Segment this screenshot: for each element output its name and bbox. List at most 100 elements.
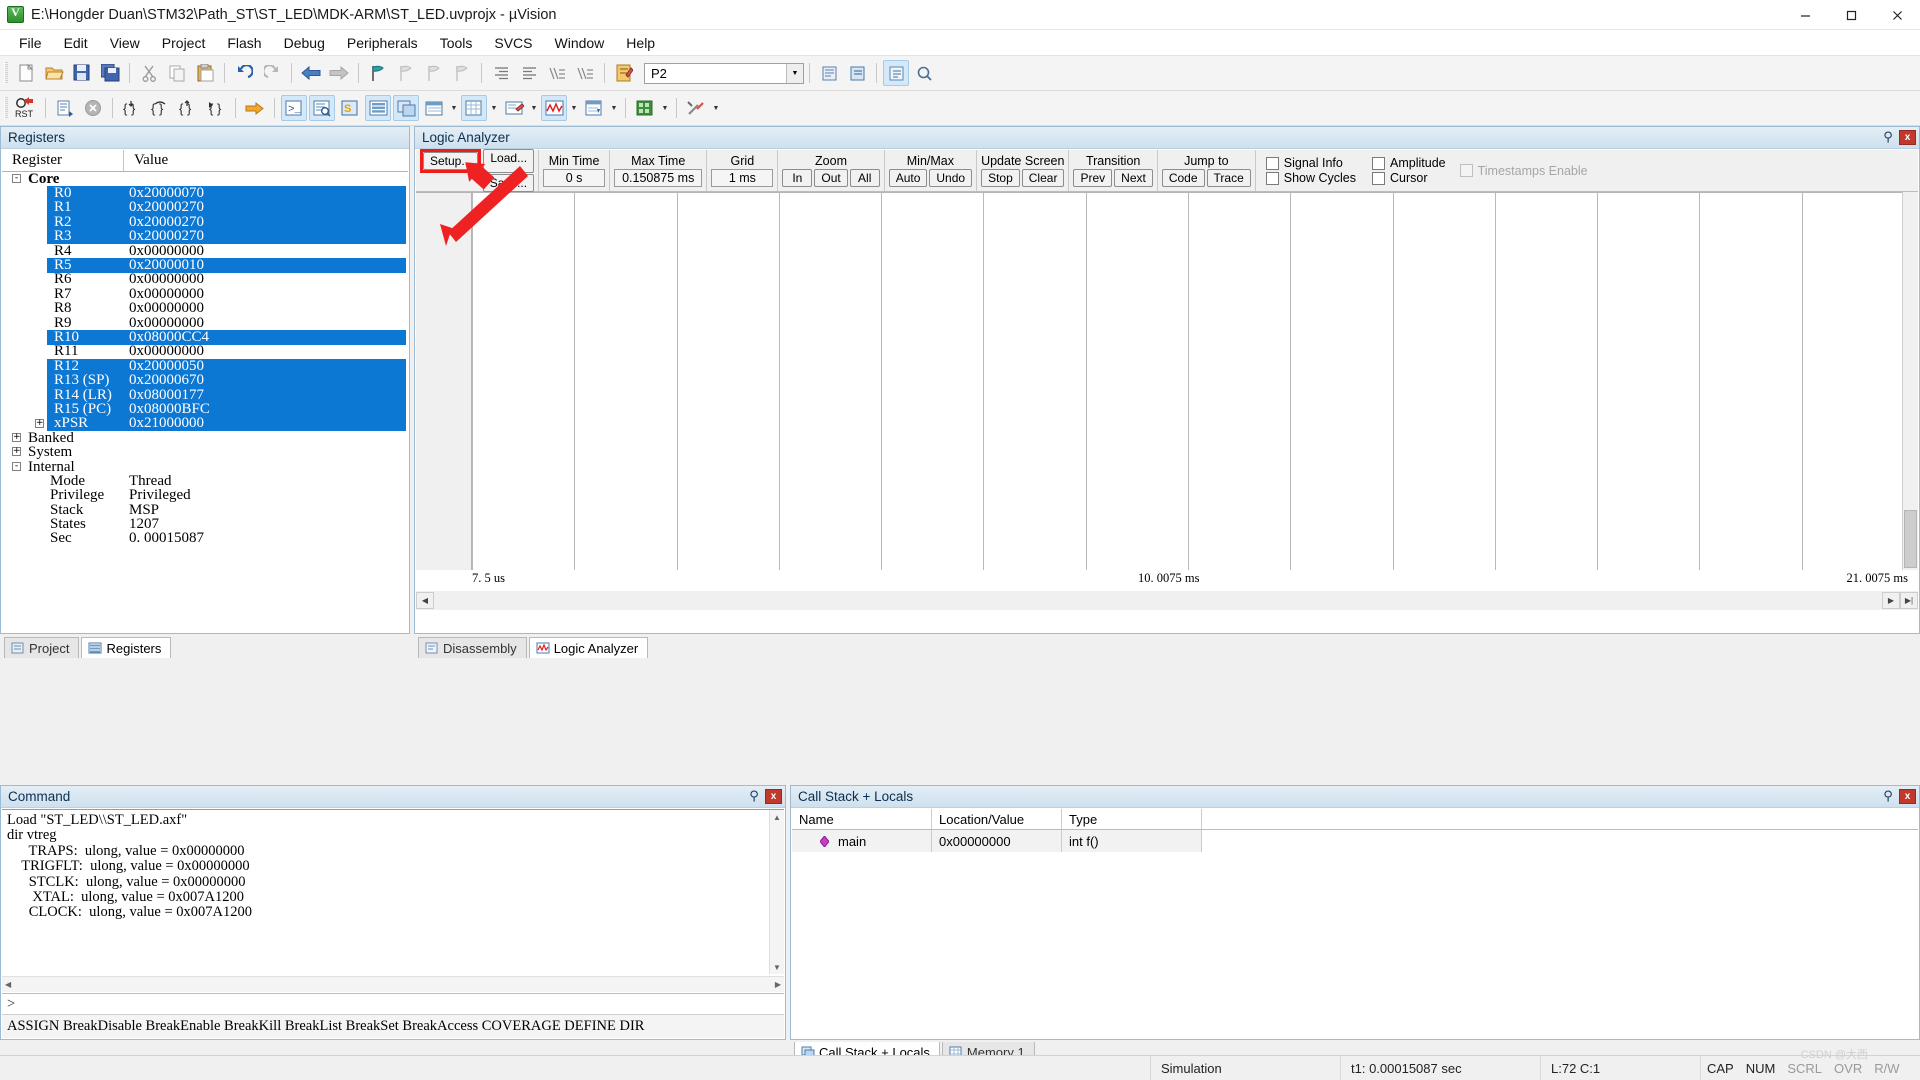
show-cycles-checkbox-box[interactable] bbox=[1265, 171, 1279, 185]
save-button[interactable]: Save... bbox=[482, 174, 535, 192]
pin-icon[interactable]: ⚲ bbox=[1880, 130, 1896, 145]
target-options-dialog-icon[interactable] bbox=[816, 60, 842, 86]
system-viewer-dropdown-icon[interactable]: ▼ bbox=[659, 95, 671, 121]
register-row[interactable]: + xPSR 0x21000000 bbox=[35, 415, 406, 431]
analysis-dropdown-icon[interactable]: ▼ bbox=[568, 95, 580, 121]
debug-toolbar-grip[interactable] bbox=[4, 97, 8, 119]
register-row[interactable]: Sec 0. 00015087 bbox=[2, 530, 408, 546]
scroll-down-icon[interactable]: ▼ bbox=[770, 960, 784, 974]
toolbox-dropdown-icon[interactable]: ▼ bbox=[710, 95, 722, 121]
uncomment-icon[interactable] bbox=[572, 60, 598, 86]
bookmark-clear-icon[interactable] bbox=[449, 60, 475, 86]
analysis-window-icon[interactable] bbox=[541, 95, 567, 121]
expand-icon[interactable]: + bbox=[35, 418, 44, 428]
scroll-left-icon[interactable]: ◀ bbox=[2, 980, 11, 989]
cut-icon[interactable] bbox=[136, 60, 162, 86]
menu-window[interactable]: Window bbox=[544, 32, 616, 54]
expand-icon[interactable]: + bbox=[12, 447, 21, 457]
menu-svcs[interactable]: SVCS bbox=[483, 32, 543, 54]
symbols-window-icon[interactable]: S bbox=[337, 95, 363, 121]
scroll-right-icon[interactable]: ▶ bbox=[775, 980, 784, 989]
bookmark-next-icon[interactable] bbox=[421, 60, 447, 86]
register-row[interactable]: R2 0x20000270 bbox=[47, 214, 406, 230]
command-window-icon[interactable]: >_ bbox=[281, 95, 307, 121]
menu-edit[interactable]: Edit bbox=[53, 32, 99, 54]
step-over-icon[interactable]: { } bbox=[147, 95, 173, 121]
serial-window-icon[interactable] bbox=[501, 95, 527, 121]
target-selector[interactable]: P2 ▼ bbox=[644, 62, 804, 84]
vertical-scroll-thumb[interactable] bbox=[1904, 510, 1917, 568]
close-icon[interactable]: x bbox=[1899, 789, 1916, 804]
minimize-button[interactable] bbox=[1782, 0, 1828, 30]
zoom-all-button[interactable]: All bbox=[849, 169, 880, 187]
menu-project[interactable]: Project bbox=[151, 32, 217, 54]
reset-icon[interactable]: RST bbox=[13, 95, 39, 121]
registers-window-icon[interactable] bbox=[365, 95, 391, 121]
bookmark-prev-icon[interactable] bbox=[393, 60, 419, 86]
signal-info-checkbox[interactable]: Signal Info bbox=[1265, 156, 1356, 170]
menu-debug[interactable]: Debug bbox=[273, 32, 336, 54]
stop-debug-icon[interactable] bbox=[80, 95, 106, 121]
minmax-auto-button[interactable]: Auto bbox=[888, 169, 928, 187]
toolbar-grip[interactable] bbox=[4, 62, 8, 84]
paste-icon[interactable] bbox=[192, 60, 218, 86]
min-time-field[interactable]: 0 s bbox=[543, 169, 606, 187]
step-into-icon[interactable]: { } bbox=[119, 95, 145, 121]
cursor-checkbox[interactable]: Cursor bbox=[1372, 171, 1446, 185]
collapse-icon[interactable]: - bbox=[12, 461, 21, 471]
update-clear-button[interactable]: Clear bbox=[1021, 169, 1065, 187]
amplitude-checkbox[interactable]: Amplitude bbox=[1372, 156, 1446, 170]
system-viewer-icon[interactable] bbox=[632, 95, 658, 121]
watch-dropdown-icon[interactable]: ▼ bbox=[448, 95, 460, 121]
navigate-forward-icon[interactable] bbox=[326, 60, 352, 86]
table-row[interactable]: main 0x00000000 int f() bbox=[792, 830, 1918, 852]
tab-project[interactable]: Project bbox=[4, 637, 80, 658]
register-row[interactable]: R15 (PC) 0x08000BFC bbox=[47, 401, 406, 417]
jump-code-button[interactable]: Code bbox=[1161, 169, 1205, 187]
update-stop-button[interactable]: Stop bbox=[981, 169, 1020, 187]
command-vertical-scrollbar[interactable]: ▲ ▼ bbox=[769, 810, 784, 974]
watch-window-icon[interactable] bbox=[421, 95, 447, 121]
command-horizontal-scrollbar[interactable]: ◀ ▶ bbox=[2, 976, 784, 992]
menu-flash[interactable]: Flash bbox=[216, 32, 272, 54]
menu-file[interactable]: File bbox=[8, 32, 53, 54]
transition-next-button[interactable]: Next bbox=[1114, 169, 1153, 187]
step-out-icon[interactable]: { } bbox=[175, 95, 201, 121]
register-row[interactable]: R10 0x08000CC4 bbox=[47, 329, 406, 345]
grid-field[interactable]: 1 ms bbox=[711, 169, 774, 187]
serial-dropdown-icon[interactable]: ▼ bbox=[528, 95, 540, 121]
target-options-icon[interactable] bbox=[611, 60, 637, 86]
horizontal-scroll-track[interactable] bbox=[434, 592, 1882, 609]
menu-help[interactable]: Help bbox=[615, 32, 666, 54]
signal-info-checkbox-box[interactable] bbox=[1265, 156, 1279, 170]
max-time-field[interactable]: 0.150875 ms bbox=[614, 169, 703, 187]
load-button[interactable]: Load... bbox=[483, 149, 535, 173]
minmax-undo-button[interactable]: Undo bbox=[929, 169, 973, 187]
memory-window-icon[interactable] bbox=[461, 95, 487, 121]
copy-icon[interactable] bbox=[164, 60, 190, 86]
tab-disassembly[interactable]: Disassembly bbox=[418, 637, 527, 658]
pin-icon[interactable]: ⚲ bbox=[746, 789, 762, 804]
menu-view[interactable]: View bbox=[99, 32, 151, 54]
register-row[interactable]: R1 0x20000270 bbox=[47, 199, 406, 215]
save-icon[interactable] bbox=[69, 60, 95, 86]
new-file-icon[interactable] bbox=[13, 60, 39, 86]
build-icon[interactable] bbox=[883, 60, 909, 86]
pin-icon[interactable]: ⚲ bbox=[1880, 789, 1896, 804]
close-icon[interactable]: x bbox=[1899, 130, 1916, 145]
close-icon[interactable]: x bbox=[765, 789, 782, 804]
register-row[interactable]: R0 0x20000070 bbox=[47, 185, 406, 201]
cursor-checkbox-box[interactable] bbox=[1372, 171, 1386, 185]
registers-tree[interactable]: - Core R0 0x20000070 R1 0x20000270 R2 0x2000027… bbox=[2, 171, 408, 546]
scroll-end-button[interactable]: ▶| bbox=[1900, 592, 1918, 609]
show-next-statement-icon[interactable] bbox=[242, 95, 268, 121]
outdent-icon[interactable] bbox=[516, 60, 542, 86]
toolbox-icon[interactable] bbox=[683, 95, 709, 121]
register-row[interactable]: R3 0x20000270 bbox=[47, 228, 406, 244]
maximize-button[interactable] bbox=[1828, 0, 1874, 30]
amplitude-checkbox-box[interactable] bbox=[1372, 156, 1386, 170]
register-row[interactable]: R5 0x20000010 bbox=[47, 257, 406, 273]
indent-icon[interactable] bbox=[488, 60, 514, 86]
command-input[interactable]: > bbox=[2, 993, 784, 1014]
scroll-left-button[interactable]: ◀ bbox=[416, 592, 434, 609]
